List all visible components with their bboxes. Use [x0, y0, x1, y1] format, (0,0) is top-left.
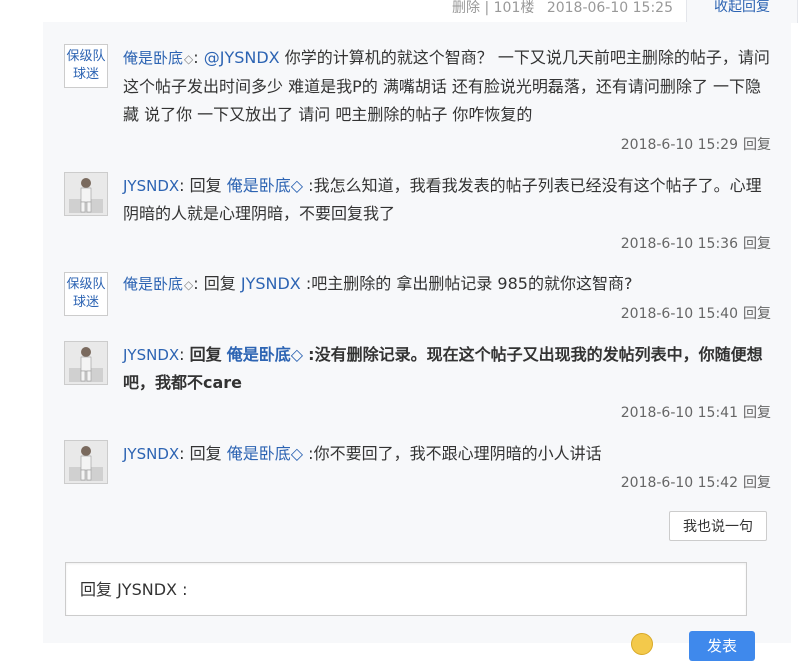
reply-link[interactable]: 回复	[743, 236, 771, 252]
reply-time: 2018-6-10 15:41	[620, 405, 738, 421]
reply-content: JYSNDX: 回复 俺是卧底◇ :没有删除记录。现在这个帖子又出现我的发帖列表…	[123, 345, 763, 392]
reply-word: 回复	[189, 345, 222, 364]
reply-time: 2018-6-10 15:29	[620, 137, 738, 153]
avatar[interactable]	[64, 440, 108, 484]
avatar-text-line2: 球迷	[72, 67, 99, 82]
say-something-button[interactable]: 我也说一句	[669, 511, 767, 541]
reply-meta: 2018-6-10 15:41 回复	[621, 402, 771, 422]
reply-content: 俺是卧底◇: 回复 JYSNDX :吧主删除的 拿出删帖记录 985的就你这智商…	[123, 274, 633, 293]
username-link[interactable]: 俺是卧底◇	[123, 275, 193, 293]
avatar-text-line2: 球迷	[72, 295, 99, 310]
reply-content: JYSNDX: 回复 俺是卧底◇ :你不要回了，我不跟心理阴暗的小人讲话	[123, 444, 602, 463]
reply-link[interactable]: 回复	[743, 405, 771, 421]
target-user-link[interactable]: JYSNDX	[241, 274, 301, 293]
diamond-icon: ◇	[290, 345, 304, 364]
avatar[interactable]: 保级队 球迷	[64, 272, 108, 316]
reply-time: 2018-6-10 15:42	[620, 475, 738, 491]
post-datetime: 2018-06-10 15:25	[546, 0, 673, 16]
reply-meta: 2018-6-10 15:29 回复	[621, 134, 771, 154]
reply-meta: 2018-6-10 15:42 回复	[621, 472, 771, 492]
reply-content: 俺是卧底◇: @JYSNDX 你学的计算机的就这个智商？ 一下又说几天前吧主删除…	[123, 48, 770, 124]
target-user-link[interactable]: 俺是卧底◇	[227, 345, 303, 364]
reply-text: :你不要回了，我不跟心理阴暗的小人讲话	[308, 444, 602, 463]
avatar-text-line1: 保级队	[66, 277, 106, 292]
submit-button[interactable]: 发表	[689, 631, 755, 661]
avatar[interactable]	[64, 341, 108, 385]
username-link[interactable]: 俺是卧底◇	[123, 49, 193, 67]
username-link[interactable]: JYSNDX	[123, 177, 179, 195]
avatar[interactable]	[64, 172, 108, 216]
reply-input[interactable]: 回复 JYSNDX :	[65, 562, 747, 616]
post-meta-bar: 删除 | 101楼 2018-06-10 15:25 收起回复	[0, 0, 809, 23]
diamond-icon: ◇	[184, 278, 194, 292]
reply-content: JYSNDX: 回复 俺是卧底◇ :我怎么知道，我看我发表的帖子列表已经没有这个…	[123, 176, 762, 223]
reply-word: 回复	[189, 176, 222, 195]
reply-text: :吧主删除的 拿出删帖记录 985的就你这智商?	[305, 274, 633, 293]
post-meta: 删除 | 101楼 2018-06-10 15:25	[452, 0, 673, 17]
reply-link[interactable]: 回复	[743, 306, 771, 322]
reply-time: 2018-6-10 15:36	[620, 236, 738, 252]
reply-link[interactable]: 回复	[743, 137, 771, 153]
avatar-text-line1: 保级队	[66, 49, 106, 64]
collapse-replies-button[interactable]: 收起回复	[686, 0, 798, 23]
diamond-icon: ◇	[184, 52, 194, 66]
target-user-link[interactable]: 俺是卧底◇	[227, 176, 303, 195]
reply-word: 回复	[203, 274, 236, 293]
reply-meta: 2018-6-10 15:36 回复	[621, 233, 771, 253]
mention-link[interactable]: @JYSNDX	[204, 48, 280, 67]
username-link[interactable]: JYSNDX	[123, 346, 179, 364]
delete-link[interactable]: 删除	[452, 0, 480, 16]
diamond-icon: ◇	[290, 176, 304, 195]
username-link[interactable]: JYSNDX	[123, 445, 179, 463]
reply-word: 回复	[189, 444, 222, 463]
smiley-icon[interactable]	[631, 633, 653, 655]
meta-separator: |	[484, 0, 490, 16]
reply-panel: 保级队 球迷 俺是卧底◇: @JYSNDX 你学的计算机的就这个智商？ 一下又说…	[43, 22, 791, 661]
avatar[interactable]: 保级队 球迷	[64, 44, 108, 88]
target-user-link[interactable]: 俺是卧底◇	[227, 444, 303, 463]
diamond-icon: ◇	[290, 444, 304, 463]
reply-link[interactable]: 回复	[743, 475, 771, 491]
floor-number: 101楼	[493, 0, 535, 16]
reply-input-text: 回复 JYSNDX :	[80, 580, 188, 599]
reply-meta: 2018-6-10 15:40 回复	[621, 303, 771, 323]
reply-time: 2018-6-10 15:40	[620, 306, 738, 322]
